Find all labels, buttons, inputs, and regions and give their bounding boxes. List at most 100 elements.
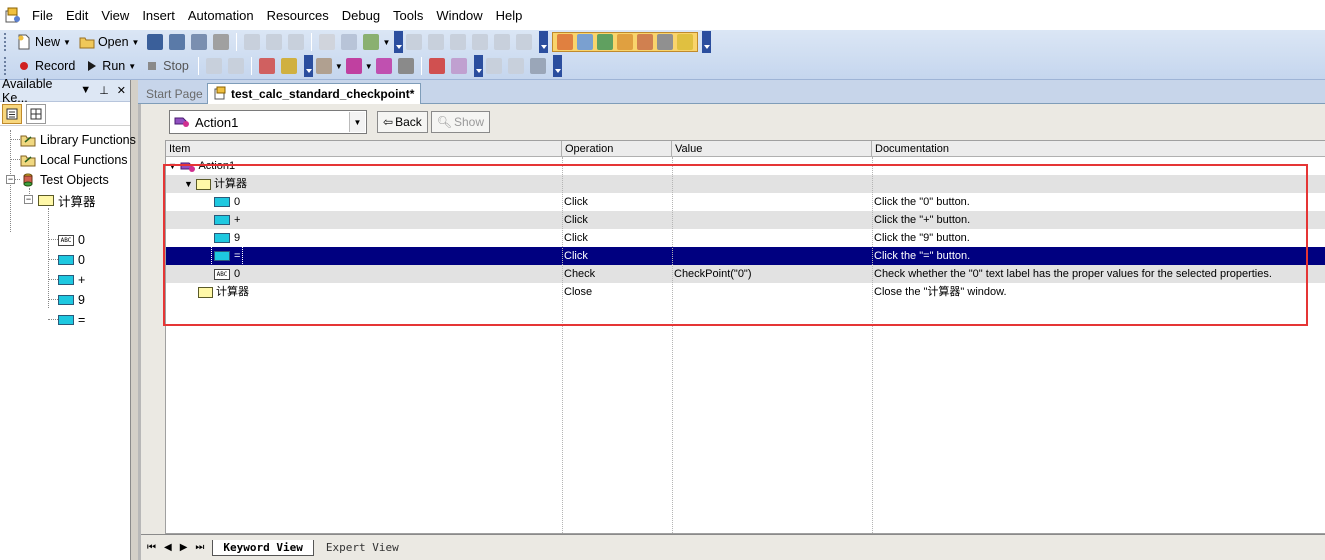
low-level-recording-icon[interactable] (227, 58, 244, 74)
last-tab-icon[interactable]: ⏭ (195, 542, 204, 553)
tree-item-library-functions[interactable]: Library Functions (20, 130, 136, 150)
menu-tools[interactable]: Tools (393, 8, 423, 23)
object-spy-icon[interactable] (363, 34, 380, 50)
resources-icon[interactable] (577, 34, 594, 50)
new-button[interactable]: New ▼ (13, 32, 74, 52)
prev-tab-icon[interactable]: ◀ (164, 542, 172, 553)
chevron-down-icon[interactable]: ▼ (365, 62, 373, 71)
row-value[interactable]: CheckPoint("0") (674, 265, 752, 283)
row-operation[interactable]: Click (564, 211, 588, 229)
show-button[interactable]: 🔍︎ Show (430, 111, 491, 133)
undo-icon[interactable] (406, 34, 423, 50)
menu-view[interactable]: View (101, 8, 129, 23)
tab-grid-view[interactable] (26, 103, 46, 124)
analog-recording-icon[interactable] (205, 58, 222, 74)
insert-output-icon[interactable] (345, 58, 362, 74)
menu-file[interactable]: File (32, 8, 53, 23)
chevron-down-icon[interactable]: ▼ (382, 38, 390, 47)
run-button[interactable]: Run ▼ (80, 56, 139, 76)
chevron-down-icon[interactable]: ▼ (335, 62, 343, 71)
collapse-arrow-icon[interactable]: ▼ (168, 161, 177, 171)
test-flow-icon[interactable] (557, 34, 574, 50)
find-icon[interactable] (494, 34, 511, 50)
collapse-toggle[interactable]: − (24, 195, 33, 204)
stop-button[interactable]: Stop (141, 56, 192, 76)
chevron-down-icon[interactable]: ▼ (80, 84, 91, 97)
save-icon[interactable] (147, 34, 164, 50)
next-tab-icon[interactable]: ▶ (180, 542, 188, 553)
active-screen-icon[interactable] (637, 34, 654, 50)
tree-item-calculator[interactable]: 计算器 (38, 190, 96, 210)
clear-breakpoints-icon[interactable] (450, 58, 467, 74)
results-icon[interactable] (507, 58, 524, 74)
cut-icon[interactable] (244, 34, 261, 50)
table-row[interactable]: 0 Click Click the "0" button. (166, 193, 1325, 211)
menu-help[interactable]: Help (496, 8, 523, 23)
row-operation[interactable]: Click (564, 247, 588, 265)
data-table-icon[interactable] (617, 34, 634, 50)
toolbar-options-button[interactable] (473, 55, 483, 77)
menu-automation[interactable]: Automation (188, 8, 254, 23)
tree-item-local-functions[interactable]: Local Functions (20, 150, 128, 170)
record-button[interactable]: Record (13, 56, 78, 76)
row-operation[interactable]: Close (564, 283, 592, 301)
first-tab-icon[interactable]: ⏮ (147, 542, 156, 553)
toolbar-grip[interactable] (4, 33, 7, 51)
tab-test[interactable]: test_calc_standard_checkpoint* (207, 83, 422, 104)
chevron-down-icon[interactable]: ▼ (349, 112, 365, 132)
menu-resources[interactable]: Resources (267, 8, 329, 23)
database-icon[interactable] (280, 58, 297, 74)
tree-item-test-objects[interactable]: Test Objects (20, 170, 109, 190)
tree-item-button-plus[interactable]: + (58, 270, 85, 290)
step-generator-icon[interactable] (319, 34, 336, 50)
table-row[interactable]: 计算器 Close Close the "计算器" window. (166, 283, 1325, 301)
tab-keyword-view[interactable]: Keyword View (212, 539, 314, 556)
pin-icon[interactable]: ⊥ (99, 84, 109, 97)
table-row[interactable]: ▼ Action1 (166, 157, 1325, 175)
table-row[interactable]: + Click Click the "+" button. (166, 211, 1325, 229)
tree-item-button-equals[interactable]: = (58, 310, 85, 330)
table-row-selected[interactable]: = Click Click the "=" button. (166, 246, 1325, 266)
object-repository-icon[interactable] (341, 34, 358, 50)
close-icon[interactable]: ✕ (117, 84, 126, 97)
toolbar-options-button[interactable] (539, 31, 549, 53)
tab-start-page[interactable]: Start Page (140, 83, 209, 104)
record-settings-icon[interactable] (258, 58, 275, 74)
row-operation[interactable]: Click (564, 193, 588, 211)
paste-icon[interactable] (288, 34, 305, 50)
menu-edit[interactable]: Edit (66, 8, 88, 23)
tab-tree-view[interactable] (2, 103, 22, 124)
tree-item-button-0[interactable]: 0 (58, 250, 85, 270)
debug-viewer-icon[interactable] (657, 34, 674, 50)
save-all-icon[interactable] (169, 34, 186, 50)
table-row[interactable]: ABC 0 Check CheckPoint("0") Check whether… (166, 265, 1325, 283)
column-header-operation[interactable]: Operation (562, 141, 672, 157)
table-row[interactable]: 9 Click Click the "9" button. (166, 229, 1325, 247)
action-selector[interactable]: Action1 ▼ (169, 110, 367, 134)
options-icon[interactable] (529, 58, 546, 74)
column-header-item[interactable]: Item (166, 141, 562, 157)
menu-debug[interactable]: Debug (342, 8, 380, 23)
tree-item-static-0[interactable]: ABC 0 (58, 230, 85, 250)
save-with-resources-icon[interactable] (191, 34, 208, 50)
collapse-toggle[interactable]: − (6, 175, 15, 184)
toolbar-options-button[interactable] (303, 55, 313, 77)
properties-icon[interactable] (485, 58, 502, 74)
information-icon[interactable] (677, 34, 694, 50)
toolbar-options-button[interactable] (394, 31, 404, 53)
print-icon[interactable] (213, 34, 230, 50)
step-icon[interactable] (397, 58, 414, 74)
collapse-arrow-icon[interactable]: ▼ (184, 179, 193, 189)
row-operation[interactable]: Click (564, 229, 588, 247)
uncomment-icon[interactable] (472, 34, 489, 50)
column-header-value[interactable]: Value (672, 141, 872, 157)
toolbar-options-button[interactable] (702, 31, 712, 53)
action-icon[interactable] (375, 58, 392, 74)
replace-icon[interactable] (516, 34, 533, 50)
menu-insert[interactable]: Insert (142, 8, 175, 23)
available-keywords-icon[interactable] (597, 34, 614, 50)
breakpoint-icon[interactable] (428, 58, 445, 74)
row-operation[interactable]: Check (564, 265, 595, 283)
table-row[interactable]: ▼ 计算器 (166, 175, 1325, 193)
toolbar-grip[interactable] (4, 57, 7, 75)
